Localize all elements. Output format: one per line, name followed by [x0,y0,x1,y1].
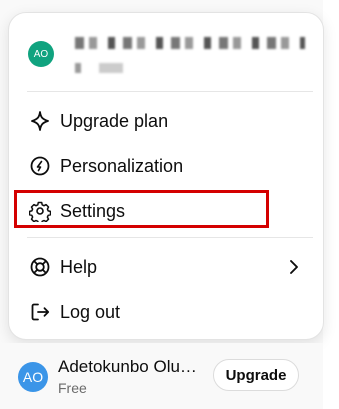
account-avatar: AO [28,41,54,67]
personalization-icon [29,155,51,177]
menu-item-label: Personalization [60,155,184,176]
menu-item-log-out[interactable]: Log out [17,292,317,332]
sidebar-footer: AO Adetokunbo Olu… Free Upgrade [0,343,323,409]
divider [27,91,313,92]
menu-item-settings[interactable]: Settings [17,191,317,231]
user-name[interactable]: Adetokunbo Olu… [58,357,197,377]
menu-item-label: Upgrade plan [60,110,169,131]
account-menu: AO Upgrade plan Personalization Settings… [8,12,324,340]
sparkle-icon [29,110,51,132]
redacted-text [75,63,141,73]
page-edge [323,0,339,409]
account-header[interactable]: AO [9,13,323,91]
chevron-right-icon [283,256,305,278]
upgrade-button[interactable]: Upgrade [213,359,299,391]
menu-item-label: Help [60,256,98,277]
gear-icon [29,200,51,222]
menu-item-personalization[interactable]: Personalization [17,146,317,186]
menu-item-help[interactable]: Help [17,247,317,287]
menu-item-upgrade-plan[interactable]: Upgrade plan [17,101,317,141]
logout-icon [29,301,51,323]
lifebuoy-icon [29,256,51,278]
redacted-email [75,37,305,49]
menu-item-label: Log out [60,301,121,322]
divider [27,237,313,238]
menu-item-label: Settings [60,200,126,221]
user-plan: Free [58,380,87,396]
avatar[interactable]: AO [18,362,48,392]
